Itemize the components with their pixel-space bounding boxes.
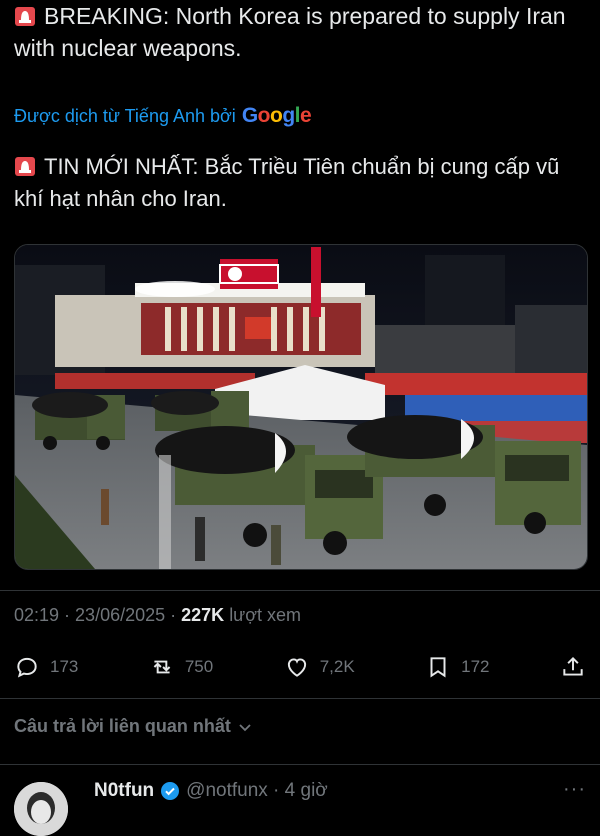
chevron-down-icon: [239, 723, 251, 731]
reply-icon: [17, 657, 37, 678]
bookmark-button[interactable]: 172: [425, 654, 490, 680]
bookmark-count: 172: [461, 657, 490, 676]
tweet-time[interactable]: 02:19: [14, 605, 59, 625]
reply-handle: @notfunx · 4 giờ: [186, 780, 328, 801]
tweet-media-photo[interactable]: [14, 244, 588, 570]
tweet-date[interactable]: 23/06/2025: [75, 605, 165, 625]
divider: [0, 698, 600, 699]
divider: [0, 764, 600, 765]
views-count: 227K: [181, 605, 225, 625]
more-options-button[interactable]: ···: [563, 778, 586, 801]
related-replies-label: Câu trả lời liên quan nhất: [14, 716, 231, 736]
repost-count: 750: [184, 657, 214, 676]
reply-author-name[interactable]: N0tfun: [94, 780, 154, 802]
verified-badge-icon: [161, 782, 180, 800]
like-count: 7,2K: [319, 657, 355, 676]
siren-emoji-icon: [15, 7, 35, 26]
parade-photo-image: [15, 245, 587, 569]
avatar[interactable]: [14, 782, 68, 836]
google-logo-icon: Google: [241, 104, 312, 127]
related-replies-dropdown[interactable]: Câu trả lời liên quan nhất: [14, 716, 253, 737]
reply-author[interactable]: N0tfun @notfunx · 4 giờ: [94, 780, 328, 802]
repost-button[interactable]: 750: [149, 654, 213, 680]
tweet-translated-label: TIN MỚI NHẤT: Bắc Triều Tiên chuẩn bị cu…: [14, 154, 560, 211]
share-icon: [563, 656, 583, 676]
like-button[interactable]: 7,2K: [284, 654, 355, 680]
translated-by-label: Được dịch từ Tiếng Anh bởi: [14, 105, 236, 126]
reply-button[interactable]: 173: [14, 654, 78, 680]
tweet-action-bar: 173 750 7,2K 172: [14, 650, 586, 684]
reply-item[interactable]: N0tfun @notfunx · 4 giờ ···: [14, 778, 586, 836]
avatar-image: [14, 782, 68, 836]
reply-count: 173: [50, 657, 79, 676]
heart-icon: [287, 658, 306, 677]
siren-emoji-icon: [15, 157, 35, 176]
views-label: lượt xem: [229, 605, 302, 625]
tweet-original-text: BREAKING: North Korea is prepared to sup…: [14, 0, 586, 64]
tweet-translated-text: TIN MỚI NHẤT: Bắc Triều Tiên chuẩn bị cu…: [14, 151, 586, 215]
share-button[interactable]: [560, 654, 586, 680]
tweet-original-label: BREAKING: North Korea is prepared to sup…: [14, 3, 566, 61]
divider: [0, 590, 600, 591]
bookmark-icon: [430, 657, 446, 678]
repost-icon: [153, 660, 171, 674]
tweet-meta: 02:19 · 23/06/2025 · 227K lượt xem: [14, 605, 302, 625]
translated-by-link[interactable]: Được dịch từ Tiếng Anh bởi Google: [14, 104, 312, 128]
